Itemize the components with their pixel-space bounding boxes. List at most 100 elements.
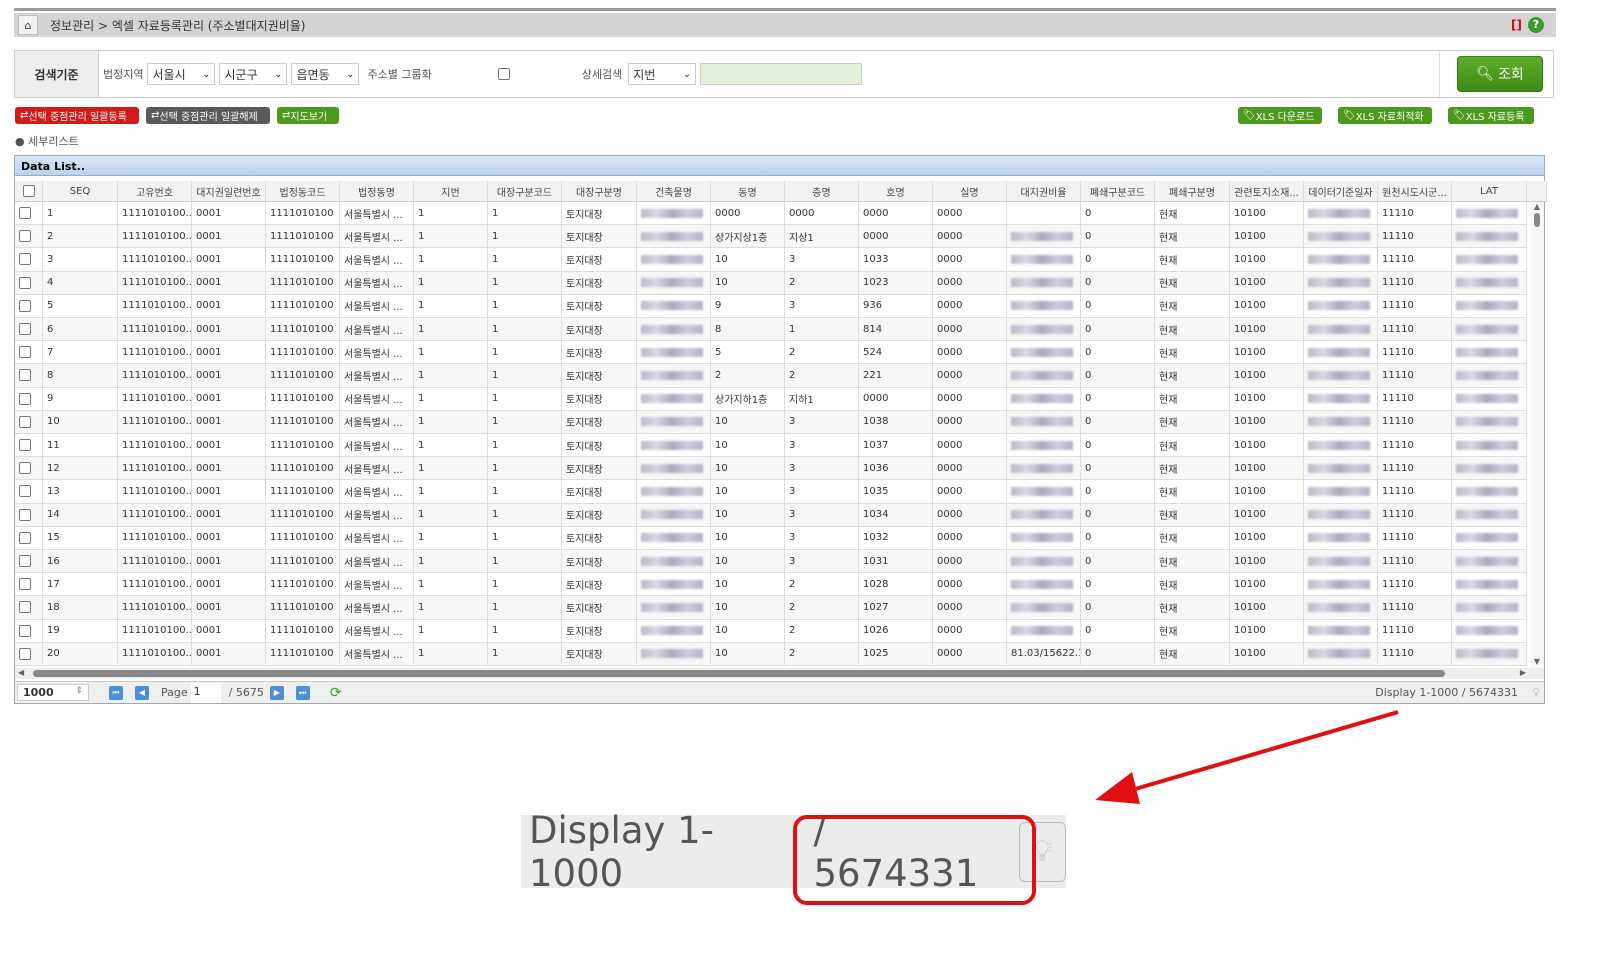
row-checkbox-cell[interactable] [15, 457, 43, 480]
table-row[interactable]: 17 1111010100... 0001 1111010100 서울특별시 ... 1 1… [15, 573, 1527, 597]
row-checkbox-cell[interactable] [15, 642, 43, 665]
district-select[interactable]: 시군구 ⌄ [219, 63, 288, 85]
column-header[interactable]: 호명 [859, 181, 933, 201]
table-row[interactable]: 10 1111010100... 0001 1111010100 서울특별시 ... 1 1… [15, 410, 1527, 434]
row-checkbox-cell[interactable] [15, 248, 43, 271]
scroll-up-icon[interactable]: ▲ [1530, 202, 1544, 211]
table-row[interactable]: 13 1111010100... 0001 1111010100 서울특별시 ... 1 1… [15, 480, 1527, 504]
horizontal-scrollbar[interactable]: ◀ ▶ [15, 668, 1544, 679]
row-checkbox-cell[interactable] [15, 596, 43, 619]
refresh-icon[interactable]: ⟳ [330, 685, 342, 701]
bulk-register-button[interactable]: ⇄ 선택 중점관리 일괄등록 [15, 107, 139, 124]
row-checkbox-cell[interactable] [15, 619, 43, 642]
row-checkbox-cell[interactable] [15, 526, 43, 549]
table-row[interactable]: 16 1111010100... 0001 1111010100 서울특별시 ... 1 1… [15, 550, 1527, 574]
table-row[interactable]: 3 1111010100... 0001 1111010100 서울특별시 ... 1 1 토… [15, 248, 1527, 272]
column-header[interactable]: 대지권일련번호 [192, 181, 266, 201]
column-header[interactable]: 건축물명 [637, 181, 711, 201]
row-checkbox-cell[interactable] [15, 550, 43, 573]
row-checkbox[interactable] [19, 647, 31, 660]
city-select[interactable]: 서울시 ⌄ [147, 63, 216, 85]
table-row[interactable]: 4 1111010100... 0001 1111010100 서울특별시 ... 1 1 토… [15, 271, 1527, 295]
table-row[interactable]: 6 1111010100... 0001 1111010100 서울특별시 ... 1 1 토… [15, 318, 1527, 342]
table-row[interactable]: 20 1111010100... 0001 1111010100 서울특별시 ... 1 1… [15, 642, 1527, 666]
table-row[interactable]: 19 1111010100... 0001 1111010100 서울특별시 ... 1 1… [15, 619, 1527, 643]
town-select[interactable]: 읍면동 ⌄ [291, 63, 360, 85]
next-page-icon[interactable]: ▶ [269, 685, 284, 700]
column-header[interactable]: 데이터기준일자 [1304, 181, 1378, 201]
row-checkbox-cell[interactable] [15, 503, 43, 526]
table-row[interactable]: 15 1111010100... 0001 1111010100 서울특별시 ... 1 1… [15, 526, 1527, 550]
select-all-checkbox-cell[interactable] [15, 181, 43, 201]
vertical-scrollbar[interactable]: ▲ ▼ [1530, 202, 1544, 668]
help-icon[interactable]: ? [1528, 17, 1544, 33]
row-checkbox-cell[interactable] [15, 271, 43, 294]
row-checkbox[interactable] [19, 624, 31, 637]
first-page-icon[interactable]: ⏮ [109, 685, 123, 700]
row-checkbox[interactable] [19, 369, 31, 382]
row-checkbox-cell[interactable] [15, 341, 43, 364]
table-row[interactable]: 9 1111010100... 0001 1111010100 서울특별시 ... 1 1 토… [15, 387, 1527, 411]
row-checkbox[interactable] [19, 508, 31, 521]
xls-optimize-button[interactable]: 🏷︎ XLS 자료최적화 [1338, 107, 1432, 124]
scroll-thumb[interactable] [1534, 213, 1540, 227]
row-checkbox[interactable] [19, 207, 31, 220]
row-checkbox-cell[interactable] [15, 294, 43, 317]
expand-icon[interactable]: [] [1511, 18, 1522, 32]
column-header[interactable]: 실명 [933, 181, 1007, 201]
map-view-button[interactable]: ⇄ 지도보기 [277, 107, 339, 124]
table-row[interactable]: 1 1111010100... 0001 1111010100 서울특별시 ... 1 1 토… [15, 202, 1527, 226]
row-checkbox-cell[interactable] [15, 410, 43, 433]
row-checkbox[interactable] [19, 392, 31, 405]
detail-search-select[interactable]: 지번 ⌄ [628, 63, 697, 85]
scroll-down-icon[interactable]: ▼ [1530, 657, 1544, 666]
group-by-address-checkbox[interactable] [497, 68, 510, 80]
page-input[interactable]: 1 [190, 682, 221, 703]
column-header[interactable]: 고유번호 [118, 181, 192, 201]
row-checkbox[interactable] [19, 485, 31, 498]
row-checkbox[interactable] [19, 323, 31, 336]
column-header[interactable]: 관련토지소재... [1230, 181, 1304, 201]
select-all-checkbox[interactable] [22, 185, 35, 197]
row-checkbox[interactable] [19, 276, 31, 289]
xls-register-button[interactable]: 🏷︎ XLS 자료등록 [1448, 107, 1534, 124]
row-checkbox-cell[interactable] [15, 364, 43, 387]
row-checkbox[interactable] [19, 462, 31, 475]
row-checkbox-cell[interactable] [15, 434, 43, 457]
column-header[interactable]: 법정동코드 [266, 181, 340, 201]
home-icon[interactable]: ⌂ [18, 15, 38, 35]
column-header[interactable]: 원천시도시군... [1378, 181, 1452, 201]
column-header[interactable]: LAT [1452, 181, 1527, 201]
row-checkbox[interactable] [19, 230, 31, 243]
table-row[interactable]: 14 1111010100... 0001 1111010100 서울특별시 ... 1 1… [15, 503, 1527, 527]
row-checkbox[interactable] [19, 253, 31, 266]
column-header[interactable]: 폐쇄구분명 [1155, 181, 1230, 201]
table-row[interactable]: 12 1111010100... 0001 1111010100 서울특별시 ... 1 1… [15, 457, 1527, 481]
table-row[interactable]: 11 1111010100... 0001 1111010100 서울특별시 ... 1 1… [15, 434, 1527, 458]
column-header[interactable]: 대장구분코드 [488, 181, 562, 201]
table-row[interactable]: 5 1111010100... 0001 1111010100 서울특별시 ... 1 1 토… [15, 294, 1527, 318]
row-checkbox-cell[interactable] [15, 387, 43, 410]
table-row[interactable]: 8 1111010100... 0001 1111010100 서울특별시 ... 1 1 토… [15, 364, 1527, 388]
search-button[interactable]: 🔍︎ 조회 [1457, 56, 1543, 92]
column-header[interactable]: 법정동명 [340, 181, 414, 201]
column-header[interactable]: 대지권비율 [1007, 181, 1081, 201]
row-checkbox[interactable] [19, 578, 31, 591]
column-header[interactable]: 폐쇄구분코드 [1081, 181, 1155, 201]
row-checkbox[interactable] [19, 555, 31, 568]
scroll-thumb[interactable] [33, 670, 1445, 677]
row-checkbox-cell[interactable] [15, 225, 43, 248]
row-checkbox[interactable] [19, 415, 31, 428]
scroll-right-icon[interactable]: ▶ [1520, 668, 1526, 677]
column-header[interactable]: 지번 [414, 181, 488, 201]
row-checkbox[interactable] [19, 601, 31, 614]
column-header[interactable] [1527, 181, 1547, 201]
bulk-unregister-button[interactable]: ⇄ 선택 중점관리 일괄해제 [146, 107, 270, 124]
column-header[interactable]: SEQ [43, 181, 118, 201]
table-row[interactable]: 18 1111010100... 0001 1111010100 서울특별시 ... 1 1… [15, 596, 1527, 620]
prev-page-icon[interactable]: ◀ [135, 685, 149, 700]
page-size-stepper[interactable]: 1000 ⇕ [17, 684, 89, 701]
table-row[interactable]: 7 1111010100... 0001 1111010100 서울특별시 ... 1 1 토… [15, 341, 1527, 365]
column-header[interactable]: 대장구분명 [562, 181, 637, 201]
row-checkbox-cell[interactable] [15, 318, 43, 341]
